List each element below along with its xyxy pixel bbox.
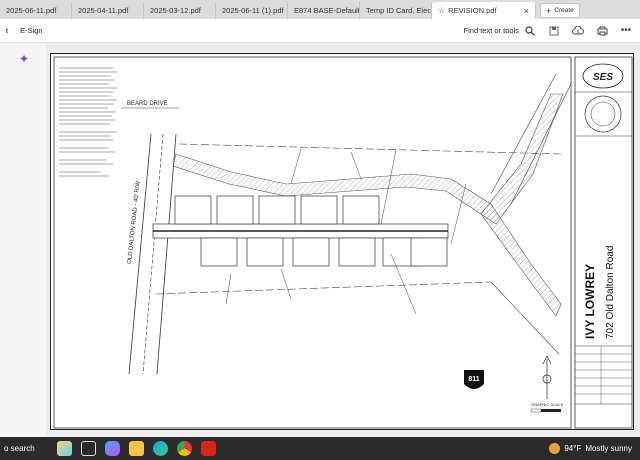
tab-2025-04-11[interactable]: 2025-04-11.pdf xyxy=(72,2,144,19)
star-icon: ☆ xyxy=(438,6,446,15)
copilot-app-icon[interactable] xyxy=(104,441,120,456)
site-plan-drawing: BEARD DRIVE OLD DALTON ROAD - 40' R/W 81… xyxy=(53,56,633,429)
tab-label: 2025-04-11.pdf xyxy=(78,6,129,15)
project-name: IVY LOWREY xyxy=(583,264,597,339)
more-icon[interactable]: ••• xyxy=(620,25,632,37)
tab-2025-06-11[interactable]: 2025-06-11.pdf xyxy=(0,2,72,19)
graphic-scale: GRAPHIC SCALE xyxy=(530,402,564,413)
copilot-sparkle-icon[interactable] xyxy=(56,441,72,456)
svg-text:GRAPHIC SCALE: GRAPHIC SCALE xyxy=(531,402,564,407)
plus-icon: + xyxy=(546,5,552,16)
project-address: 702 Old Dalton Road xyxy=(605,246,616,339)
print-icon[interactable] xyxy=(596,25,608,37)
ai-assistant-icon[interactable]: ✦ xyxy=(19,52,29,66)
chrome-browser-icon[interactable] xyxy=(176,441,192,456)
general-notes-block xyxy=(59,67,117,177)
find-tools-button[interactable]: Find text or tools xyxy=(464,25,536,37)
create-label: Create xyxy=(554,7,574,14)
tab-label: Temp ID Card, Elec... xyxy=(366,6,432,15)
sun-icon xyxy=(549,443,561,454)
svg-text:811: 811 xyxy=(468,376,479,383)
toolbar-item-truncated[interactable]: t xyxy=(0,26,14,35)
weather-temp: 94°F xyxy=(564,444,582,453)
left-side-panel: ✦ xyxy=(0,43,46,437)
find-label: Find text or tools xyxy=(463,26,519,35)
title-block: SES IVY LOWREY 702 Old Dalton Road xyxy=(575,63,632,405)
tab-2025-06-11-1[interactable]: 2025-06-11 (1).pdf xyxy=(216,2,288,19)
street-label-beard-drive: BEARD DRIVE xyxy=(127,101,168,107)
north-arrow-icon xyxy=(542,355,552,399)
toolbar-esign[interactable]: E-Sign xyxy=(14,26,49,35)
tab-bar: 2025-06-11.pdf 2025-04-11.pdf 2025-03-12… xyxy=(0,0,640,19)
pdf-viewer[interactable]: BEARD DRIVE OLD DALTON ROAD - 40' R/W 81… xyxy=(46,43,640,437)
tab-label: 2025-03-12.pdf xyxy=(150,6,201,15)
search-icon xyxy=(524,25,536,37)
close-tab-icon[interactable]: × xyxy=(524,6,529,16)
windows-taskbar: o search 94°F Mostly sunny xyxy=(0,437,640,460)
tab-temp-id-card[interactable]: Temp ID Card, Elec... xyxy=(360,2,432,19)
taskbar-search[interactable]: o search xyxy=(4,444,35,453)
weather-condition: Mostly sunny xyxy=(585,444,632,453)
upload-cloud-icon[interactable] xyxy=(572,25,584,37)
call-811-logo: 811 xyxy=(464,370,484,389)
tab-e874-base[interactable]: E874 BASE-Default... xyxy=(288,2,360,19)
drawing-sheet: BEARD DRIVE OLD DALTON ROAD - 40' R/W 81… xyxy=(50,53,634,430)
acrobat-icon[interactable] xyxy=(200,441,216,456)
tab-label: E874 BASE-Default... xyxy=(294,6,360,15)
weather-widget[interactable]: 94°F Mostly sunny xyxy=(549,443,640,454)
save-icon[interactable] xyxy=(548,25,560,37)
edge-browser-icon[interactable] xyxy=(152,441,168,456)
street-label-old-dalton: OLD DALTON ROAD - 40' R/W xyxy=(127,180,142,264)
task-view-icon[interactable] xyxy=(80,441,96,456)
firm-logo: SES xyxy=(593,72,613,83)
engineer-seal xyxy=(584,95,622,133)
main-toolbar: t E-Sign Find text or tools ••• xyxy=(0,19,640,43)
tab-2025-03-12[interactable]: 2025-03-12.pdf xyxy=(144,2,216,19)
tab-label: 2025-06-11.pdf xyxy=(6,6,57,15)
old-dalton-road: OLD DALTON ROAD - 40' R/W xyxy=(127,133,177,375)
tab-label: 2025-06-11 (1).pdf xyxy=(222,6,284,15)
tab-label: REVISION.pdf xyxy=(448,6,497,15)
tab-revision[interactable]: ☆ REVISION.pdf × xyxy=(432,2,536,19)
create-button[interactable]: + Create xyxy=(540,3,580,18)
file-explorer-icon[interactable] xyxy=(128,441,144,456)
